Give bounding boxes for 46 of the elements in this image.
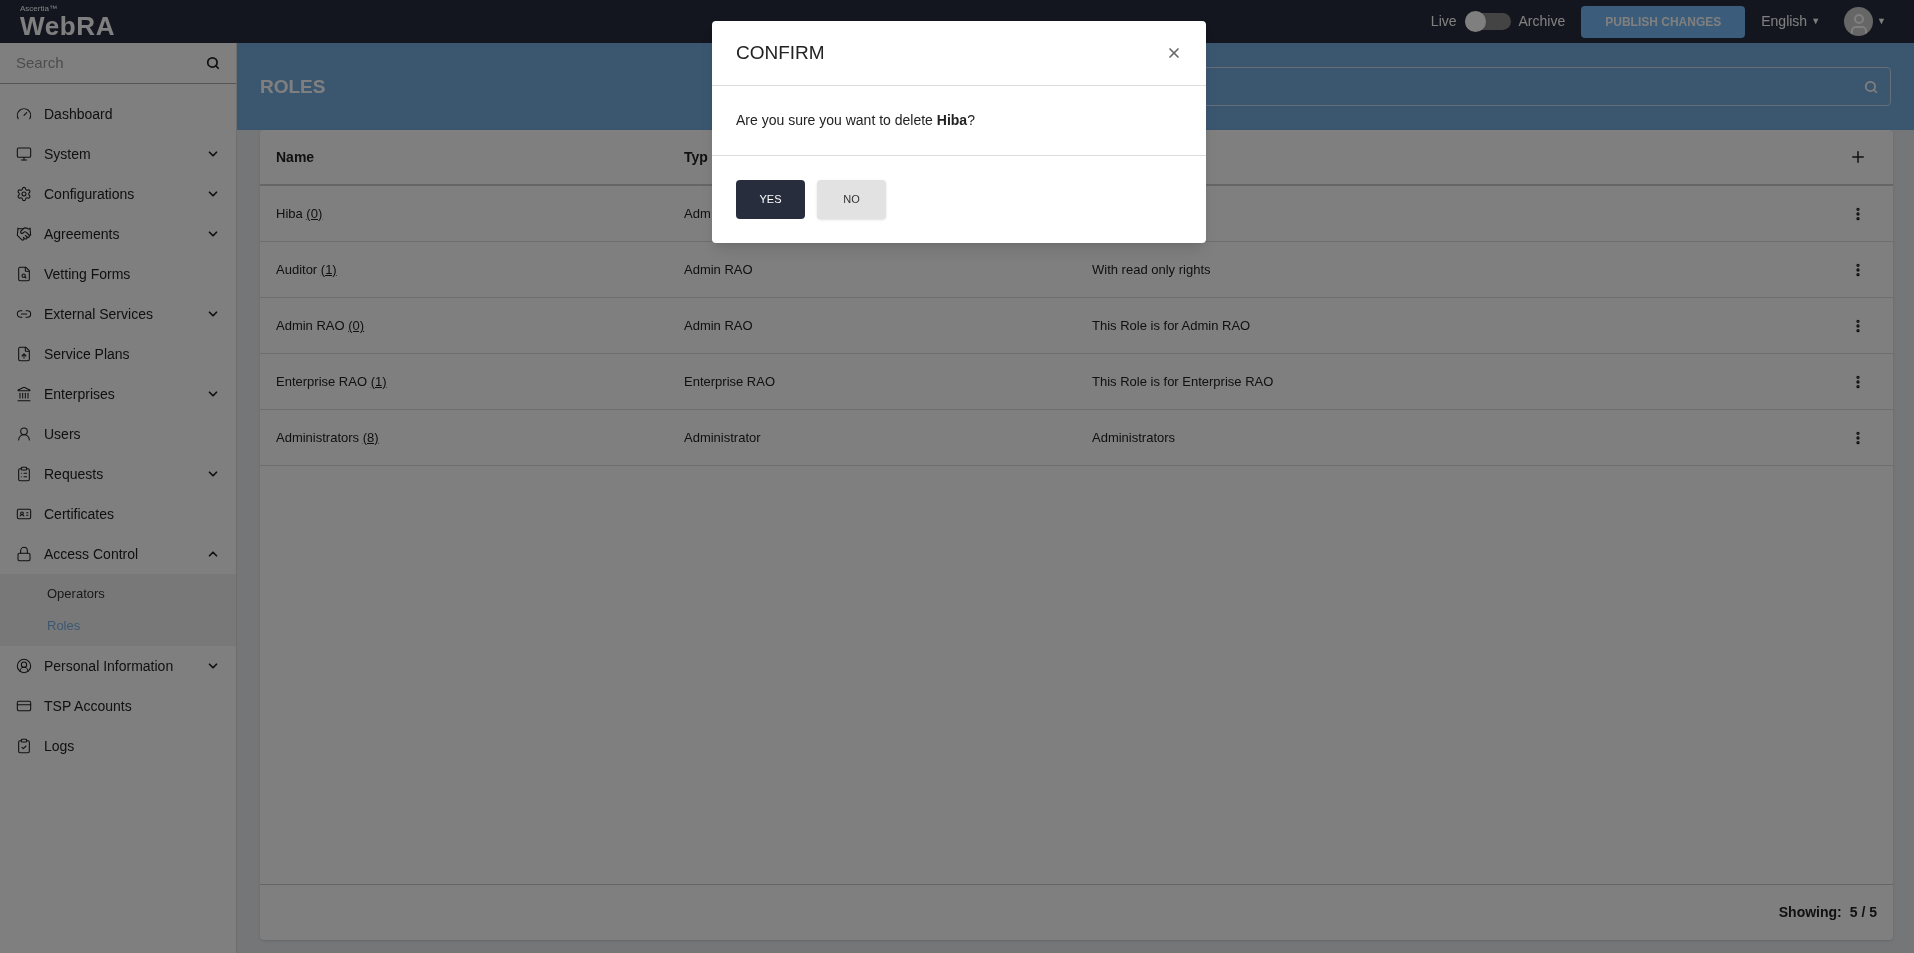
- role-name: Hiba (0): [276, 204, 323, 223]
- role-name: Enterprise RAO (1): [276, 372, 387, 391]
- avatar-dropdown[interactable]: ▼: [1844, 7, 1886, 36]
- page-title: ROLES: [260, 75, 326, 99]
- sidebar-item[interactable]: Vetting Forms: [0, 254, 236, 294]
- column-header: Name: [276, 149, 315, 165]
- language-dropdown[interactable]: English ▼: [1761, 11, 1821, 32]
- role-type: Administrator: [684, 428, 762, 447]
- showing-count: 5 / 5: [1849, 903, 1877, 922]
- column-header: Typ: [684, 149, 708, 165]
- submenu-item[interactable]: Operators: [0, 578, 236, 610]
- avatar-caret: ▼: [1877, 14, 1886, 28]
- role-type: Enterprise RAO: [684, 372, 777, 391]
- sidebar-item[interactable]: External Services: [0, 294, 236, 334]
- sidebar-item[interactable]: TSP Accounts: [0, 686, 236, 726]
- role-type: Admin RAO: [684, 316, 754, 335]
- sidebar-item[interactable]: Configurations: [0, 174, 236, 214]
- dialog-message: Are you sure you want to delete Hiba?: [736, 111, 975, 130]
- role-description: Administrators: [1092, 428, 1177, 447]
- sidebar-item[interactable]: Enterprises: [0, 374, 236, 414]
- sidebar-item[interactable]: Logs: [0, 726, 236, 766]
- sidebar-item[interactable]: Certificates: [0, 494, 236, 534]
- role-description: This Role is for Enterprise RAO: [1092, 372, 1275, 391]
- no-button[interactable]: NO: [817, 180, 886, 219]
- sidebar-item[interactable]: Requests: [0, 454, 236, 494]
- sidebar-item[interactable]: System: [0, 134, 236, 174]
- role-name: Admin RAO (0): [276, 316, 365, 335]
- showing-label: Showing:: [1778, 903, 1842, 922]
- role-type: Adm: [684, 204, 712, 223]
- yes-button[interactable]: YES: [736, 180, 805, 219]
- sidebar-item[interactable]: Users: [0, 414, 236, 454]
- sidebar-item[interactable]: Agreements: [0, 214, 236, 254]
- role-name: Auditor (1): [276, 260, 337, 279]
- toggle-left-label: Live: [1430, 12, 1457, 31]
- brand-logo[interactable]: WebRA: [20, 12, 116, 39]
- role-type: Admin RAO: [684, 260, 754, 279]
- toggle-right-label: Archive: [1518, 12, 1566, 31]
- sidebar-item[interactable]: Personal Information: [0, 646, 236, 686]
- role-name: Administrators (8): [276, 428, 379, 447]
- dialog-title: CONFIRM: [736, 40, 825, 65]
- sidebar-item[interactable]: Access Control: [0, 534, 236, 574]
- sidebar-item[interactable]: Service Plans: [0, 334, 236, 374]
- role-description: With read only rights: [1092, 260, 1212, 279]
- sidebar-item[interactable]: Dashboard: [0, 94, 236, 134]
- brand-tagline: Ascertia™: [20, 4, 58, 13]
- role-description: This Role is for Admin RAO: [1092, 316, 1252, 335]
